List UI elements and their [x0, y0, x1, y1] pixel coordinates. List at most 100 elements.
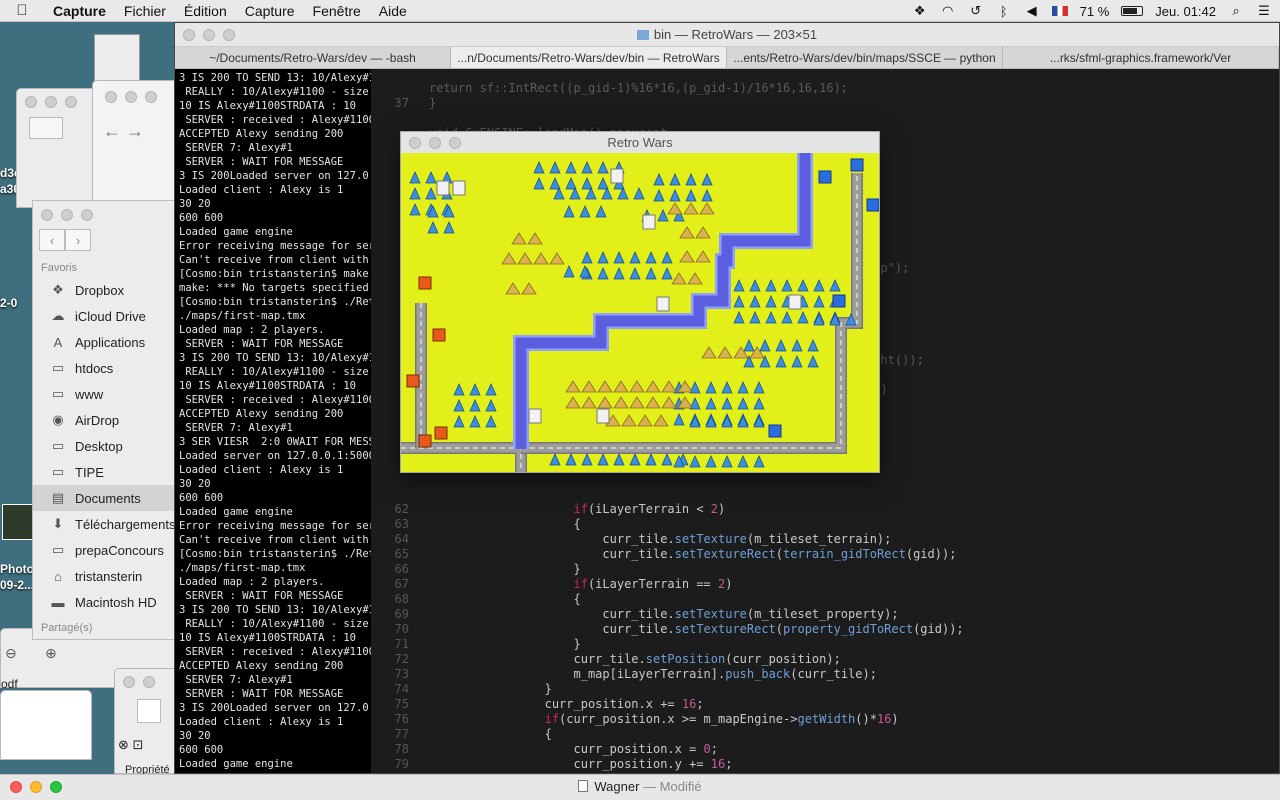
terminal-tabs: ~/Documents/Retro-Wars/dev — -bash ...n/…: [175, 47, 1279, 69]
code-text: {: [429, 727, 552, 741]
code-line: 77 {: [371, 727, 1279, 742]
sidebar-item-desktop[interactable]: ▭ Desktop: [33, 433, 191, 459]
game-map[interactable]: [401, 153, 879, 472]
sidebar-item-macintosh-hd[interactable]: ▬ Macintosh HD: [33, 589, 191, 615]
battery-icon[interactable]: [1121, 6, 1144, 16]
battery-percent[interactable]: 71 %: [1080, 4, 1110, 19]
desktop-item-label[interactable]: 2-0: [0, 296, 17, 310]
desktop-item-label[interactable]: Photo: [0, 562, 34, 576]
terminal-line: SERVER 7: Alexy#1: [179, 422, 293, 434]
retro-wars-window[interactable]: Retro Wars: [400, 131, 880, 473]
time-machine-icon[interactable]: ↺: [968, 3, 984, 19]
apple-menu-icon[interactable]: : [0, 2, 44, 19]
sidebar-item-airdrop[interactable]: ◉ AirDrop: [33, 407, 191, 433]
input-source-flag-icon[interactable]: [1051, 6, 1068, 16]
terminal-line: ACCEPTED Alexy sending 200: [179, 660, 344, 672]
menu-fenetre[interactable]: Fenêtre: [304, 3, 370, 19]
code-text: curr_tile.setPosition(curr_position);: [429, 652, 841, 666]
dropbox-status-icon[interactable]: ❖: [912, 3, 928, 19]
line-number: 70: [394, 622, 409, 636]
menu-edition[interactable]: Édition: [175, 3, 236, 19]
code-text: curr_tile.setTextureRect(property_gidToR…: [429, 622, 964, 636]
line-number: 77: [394, 727, 409, 741]
status-area: ❖ ◠ ↺ ᛒ ◀ 71 % Jeu. 01:42 ⌕ ☰: [912, 0, 1272, 22]
sidebar-item-applications[interactable]: A Applications: [33, 329, 191, 355]
code-fragment: );: [866, 367, 1279, 382]
bluetooth-icon[interactable]: ᛒ: [996, 4, 1012, 19]
line-number: 75: [394, 697, 409, 711]
line-number: 79: [394, 757, 409, 771]
menu-aide[interactable]: Aide: [370, 3, 416, 19]
menu-fichier[interactable]: Fichier: [115, 3, 175, 19]
sidebar-section-partages: Partagé(s): [41, 622, 93, 634]
terminal-line: REALLY : 10/Alexy#1100 - size : 13: [185, 618, 369, 630]
sidebar-item-documents[interactable]: ▤ Documents: [33, 485, 191, 511]
sidebar-item-www[interactable]: ▭ www: [33, 381, 191, 407]
modified-status[interactable]: — Modifié: [643, 779, 702, 794]
terminal-line: Loaded map : 2 players.: [179, 576, 325, 588]
sidebar-item-tipe[interactable]: ▭ TIPE: [33, 459, 191, 485]
menu-app-name[interactable]: Capture: [44, 3, 115, 19]
volume-icon[interactable]: ◀: [1024, 3, 1040, 19]
back-arrow-icon[interactable]: ← →: [103, 121, 144, 142]
line-number: 64: [394, 532, 409, 546]
sidebar-item-prepaconcours[interactable]: ▭ prepaConcours: [33, 537, 191, 563]
line-number: 65: [394, 547, 409, 561]
terminal-line: Loaded client : Alexy is 1: [179, 464, 344, 476]
terminal-line: [Cosmo:bin tristansterin$ ./RetroWars: [179, 296, 371, 308]
game-titlebar[interactable]: Retro Wars: [401, 132, 879, 153]
sidebar-item-dropbox[interactable]: ❖ Dropbox: [33, 277, 191, 303]
red-unit-icon: [432, 328, 446, 342]
spotlight-search-icon[interactable]: ⌕: [1228, 3, 1244, 19]
terminal-line: 3 IS 200Loaded server on 127.0.0.1:5000.: [179, 702, 371, 714]
code-line: return sf::IntRect((p_gid-1)%16*16,(p_gi…: [371, 81, 1279, 96]
line-number: 67: [394, 577, 409, 591]
sidebar-item-label: TIPE: [75, 464, 104, 480]
sidebar-toggle-button[interactable]: [29, 117, 63, 139]
close-remove-icons[interactable]: ⊗ ⊡: [118, 737, 154, 752]
line-number: 68: [394, 592, 409, 606]
forward-button[interactable]: ›: [65, 229, 91, 251]
sidebar-item-tristansterin[interactable]: ⌂ tristansterin: [33, 563, 191, 589]
zoom-in-icon[interactable]: ⊕: [45, 645, 57, 662]
finder-window[interactable]: ‹ › Favoris ❖ Dropbox ☁ iCloud Drive A Applic…: [32, 200, 192, 640]
menu-capture[interactable]: Capture: [236, 3, 304, 19]
terminal-titlebar[interactable]: bin — RetroWars — 203×51: [175, 23, 1279, 47]
window-controls[interactable]: [123, 676, 155, 688]
sidebar-item-t-l-chargements[interactable]: ⬇ Téléchargements: [33, 511, 191, 537]
tab-bash[interactable]: ~/Documents/Retro-Wars/dev — -bash: [175, 47, 451, 68]
wagner-window[interactable]: Wagner — Modifié: [0, 774, 1280, 800]
desktop-photo-thumbnail[interactable]: [2, 504, 34, 540]
terminal-output[interactable]: 3 IS 200 TO SEND 13: 10/Alexy#1100 REALL…: [175, 69, 371, 773]
window-controls[interactable]: [409, 137, 461, 149]
terminal-line: 600 600: [179, 744, 224, 756]
code-line: 65 curr_tile.setTextureRect(terrain_gidT…: [371, 547, 1279, 562]
desktop-item-label[interactable]: 09-2...: [0, 578, 34, 592]
window-controls[interactable]: [25, 96, 77, 108]
code-line: 66 }: [371, 562, 1279, 577]
window-controls[interactable]: [41, 209, 93, 221]
clock[interactable]: Jeu. 01:42: [1155, 4, 1216, 19]
terminal-line: 3 IS 200Loaded server on 127.0.0.1:50: [179, 170, 371, 182]
code-text: if(curr_position.x >= m_mapEngine->getWi…: [544, 712, 899, 726]
folder-icon: ▭: [51, 542, 65, 557]
window-controls[interactable]: [183, 29, 235, 41]
tab-sfml[interactable]: ...rks/sfml-graphics.framework/Ver: [1003, 47, 1279, 68]
sidebar-item-htdocs[interactable]: ▭ htdocs: [33, 355, 191, 381]
tab-python[interactable]: ...ents/Retro-Wars/dev/bin/maps/SSCE — p…: [727, 47, 1003, 68]
sidebar-item-icloud-drive[interactable]: ☁ iCloud Drive: [33, 303, 191, 329]
terminal-line: [Cosmo:bin tristansterin$ ./RetroWars: [179, 548, 371, 560]
sidebar-item-label: prepaConcours: [75, 542, 164, 558]
notification-center-icon[interactable]: ☰: [1256, 3, 1272, 19]
window-controls[interactable]: [105, 91, 157, 103]
line-number: 80: [371, 772, 409, 773]
code-line: 75 curr_position.x += 16;: [371, 697, 1279, 712]
back-button[interactable]: ‹: [39, 229, 65, 251]
code-line: 70 curr_tile.setTextureRect(property_gid…: [371, 622, 1279, 637]
desktop-icon: ▭: [51, 438, 65, 453]
tab-retrowars[interactable]: ...n/Documents/Retro-Wars/dev/bin — Retr…: [451, 47, 727, 68]
wifi-icon[interactable]: ◠: [940, 3, 956, 19]
code-fragment: ight());: [866, 353, 924, 367]
cloud-icon: ☁: [51, 308, 65, 323]
zoom-out-icon[interactable]: ⊖: [5, 645, 17, 662]
